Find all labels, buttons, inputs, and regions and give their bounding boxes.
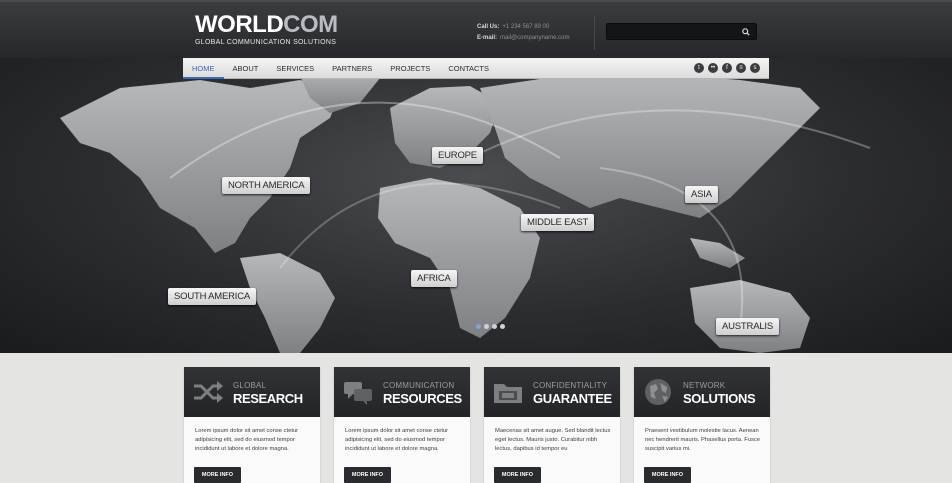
feature-title: GUARANTEE bbox=[533, 391, 612, 406]
search-box bbox=[606, 23, 757, 42]
more-info-button[interactable]: MORE INFO bbox=[494, 467, 541, 483]
globe-icon bbox=[645, 379, 671, 405]
logo-wordmark: WORLDCOM bbox=[195, 11, 338, 38]
rss-icon[interactable]: ≡ bbox=[736, 63, 746, 73]
feature-card-solutions: NETWORK SOLUTIONS Praesent vestibulum mo… bbox=[634, 367, 770, 483]
header-divider bbox=[594, 16, 595, 50]
region-label-south-america[interactable]: SOUTH AMERICA bbox=[168, 288, 257, 305]
nav-item-projects[interactable]: PROJECTS bbox=[381, 58, 439, 79]
nav-item-partners[interactable]: PARTNERS bbox=[323, 58, 381, 79]
slider-dot[interactable] bbox=[476, 324, 481, 329]
feature-subtitle: NETWORK bbox=[683, 381, 726, 390]
call-label: Call Us: bbox=[477, 24, 500, 30]
region-label-north-america[interactable]: NORTH AMERICA bbox=[222, 177, 311, 194]
email-link[interactable]: mail@companyname.com bbox=[500, 35, 569, 41]
more-info-button[interactable]: MORE INFO bbox=[194, 467, 241, 483]
slider-dot[interactable] bbox=[492, 324, 497, 329]
folder-icon bbox=[494, 384, 522, 403]
contact-info: Call Us: +1 234 567 89 00 E-mail: mail@com… bbox=[477, 22, 569, 44]
phone-number: +1 234 567 89 00 bbox=[502, 24, 550, 30]
feature-text: Lorem ipsum dolor sit amet conse ctetur … bbox=[345, 428, 449, 452]
feature-title: RESEARCH bbox=[233, 391, 303, 406]
feature-subtitle: CONFIDENTIALITY bbox=[533, 381, 608, 390]
feature-card-header: CONFIDENTIALITY GUARANTEE bbox=[484, 367, 620, 417]
feature-text: Lorem ipsum dolor sit amet conse ctetur … bbox=[195, 428, 299, 452]
feature-card-header: GLOBAL RESEARCH bbox=[184, 367, 320, 417]
flickr-icon[interactable]: •• bbox=[708, 63, 718, 73]
skype-icon[interactable]: s bbox=[750, 63, 760, 73]
more-info-button[interactable]: MORE INFO bbox=[344, 467, 391, 483]
region-label-asia[interactable]: ASIA bbox=[685, 186, 718, 203]
world-map-image bbox=[60, 68, 871, 353]
feature-subtitle: GLOBAL bbox=[233, 381, 267, 390]
logo[interactable]: WORLDCOM GLOBAL COMMUNICATION SOLUTIONS bbox=[195, 11, 338, 47]
region-label-australis[interactable]: AUSTRALIS bbox=[716, 318, 779, 335]
feature-subtitle: COMMUNICATION bbox=[383, 381, 455, 390]
region-label-europe[interactable]: EUROPE bbox=[432, 147, 483, 164]
feature-card-research: GLOBAL RESEARCH Lorem ipsum dolor sit am… bbox=[184, 367, 320, 483]
hero-map-slider: NORTH AMERICA EUROPE ASIA MIDDLE EAST AF… bbox=[0, 58, 952, 353]
feature-card-header: COMMUNICATION RESOURCES bbox=[334, 367, 470, 417]
feature-text: Maecenas sit amet augue. Sed blandit lec… bbox=[495, 428, 611, 452]
feature-card-resources: COMMUNICATION RESOURCES Lorem ipsum dolo… bbox=[334, 367, 470, 483]
slider-dot[interactable] bbox=[500, 324, 505, 329]
search-icon bbox=[742, 28, 750, 36]
nav-item-services[interactable]: SERVICES bbox=[267, 58, 323, 79]
region-label-middle-east[interactable]: MIDDLE EAST bbox=[521, 214, 595, 231]
region-label-africa[interactable]: AFRICA bbox=[411, 270, 457, 287]
main-nav: HOME ABOUT SERVICES PARTNERS PROJECTS CO… bbox=[183, 58, 769, 79]
facebook-icon[interactable]: f bbox=[722, 63, 732, 73]
logo-tagline: GLOBAL COMMUNICATION SOLUTIONS bbox=[195, 39, 337, 46]
search-input[interactable] bbox=[607, 27, 737, 42]
shuffle-icon bbox=[194, 381, 223, 403]
nav-item-contacts[interactable]: CONTACTS bbox=[439, 58, 498, 79]
more-info-button[interactable]: MORE INFO bbox=[644, 467, 691, 483]
feature-card-header: NETWORK SOLUTIONS bbox=[634, 367, 770, 417]
email-label: E-mail: bbox=[477, 35, 498, 41]
site-header: WORLDCOM GLOBAL COMMUNICATION SOLUTIONS … bbox=[0, 0, 952, 58]
feature-title: SOLUTIONS bbox=[683, 391, 756, 406]
feature-title: RESOURCES bbox=[383, 391, 462, 406]
nav-item-about[interactable]: ABOUT bbox=[224, 58, 268, 79]
twitter-icon[interactable]: t bbox=[694, 63, 704, 73]
social-links: t •• f ≡ s bbox=[694, 63, 760, 73]
search-button[interactable] bbox=[739, 25, 753, 39]
slider-dot[interactable] bbox=[484, 324, 489, 329]
nav-item-home[interactable]: HOME bbox=[183, 58, 224, 79]
slider-pagination bbox=[476, 324, 505, 329]
feature-text: Praesent vestibulum molestie lacus. Aene… bbox=[645, 428, 761, 452]
feature-card-guarantee: CONFIDENTIALITY GUARANTEE Maecenas sit a… bbox=[484, 367, 620, 483]
chat-icon bbox=[344, 382, 372, 405]
